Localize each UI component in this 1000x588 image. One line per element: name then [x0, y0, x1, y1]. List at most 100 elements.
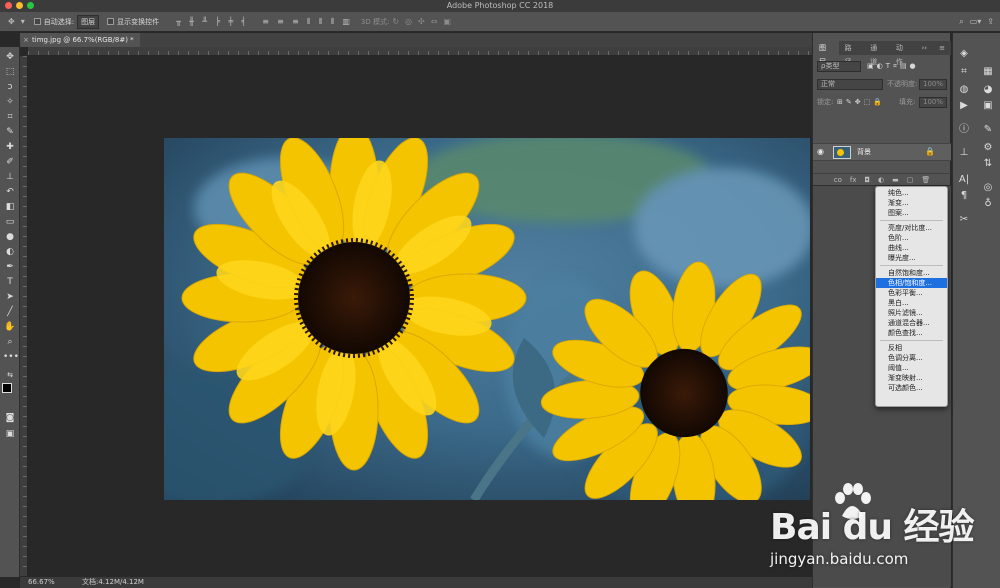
tab-paths[interactable]: 路径: [839, 41, 865, 66]
new-layer-icon[interactable]: ▢: [907, 174, 914, 185]
layer-row-background[interactable]: ◉ 背景 🔒: [813, 143, 951, 161]
dodge-tool-icon[interactable]: ◐: [3, 246, 17, 259]
menu-item-pattern[interactable]: 图案...: [876, 208, 947, 218]
panel-menu-icon[interactable]: ≡: [933, 41, 951, 55]
brush-panel-icon[interactable]: ✎: [981, 123, 995, 137]
align-right-icon[interactable]: ╡: [241, 17, 246, 26]
distribute-middle-icon[interactable]: ≡: [277, 17, 284, 26]
history-brush-tool-icon[interactable]: ↶: [3, 186, 17, 199]
move-tool-icon[interactable]: ✥: [3, 51, 17, 64]
close-window-button[interactable]: [5, 2, 12, 9]
menu-item-black-white[interactable]: 黑白...: [876, 298, 947, 308]
slide-3d-icon[interactable]: ⇔: [431, 17, 438, 26]
blur-tool-icon[interactable]: ●: [3, 231, 17, 244]
menu-item-selective-color[interactable]: 可选颜色...: [876, 383, 947, 393]
horizontal-ruler[interactable]: [28, 47, 942, 56]
distribute-left-icon[interactable]: ⦀: [307, 17, 311, 26]
distribute-bottom-icon[interactable]: ≡: [292, 17, 299, 26]
menu-item-threshold[interactable]: 阈值...: [876, 363, 947, 373]
distribute-right-icon[interactable]: ⦀: [331, 17, 335, 26]
quick-mask-icon[interactable]: ◙: [3, 412, 17, 425]
layer-style-icon[interactable]: fx: [850, 174, 857, 185]
character-panel-icon[interactable]: A|: [957, 173, 971, 187]
adjustment-layer-icon[interactable]: ◐: [878, 174, 884, 185]
delete-layer-icon[interactable]: 🗑: [921, 174, 930, 185]
menu-item-levels[interactable]: 色阶...: [876, 233, 947, 243]
link-layers-icon[interactable]: co: [834, 174, 842, 185]
zoom-window-button[interactable]: [27, 2, 34, 9]
document-size[interactable]: 文档:4.12M/4.12M: [82, 577, 144, 588]
auto-select-checkbox[interactable]: [33, 18, 41, 25]
color-panel-icon[interactable]: ◕: [981, 83, 995, 97]
align-left-icon[interactable]: ╞: [215, 17, 220, 26]
panel-collapse-icon[interactable]: ››: [916, 41, 934, 55]
history-panel-icon[interactable]: ▣: [981, 99, 995, 113]
healing-brush-tool-icon[interactable]: ✚: [3, 141, 17, 154]
roll-3d-icon[interactable]: ◎: [405, 17, 412, 26]
menu-item-exposure[interactable]: 曝光度...: [876, 253, 947, 263]
gradient-tool-icon[interactable]: ▭: [3, 216, 17, 229]
swatches-panel-icon[interactable]: ▦: [981, 65, 995, 79]
distribute-top-icon[interactable]: ≡: [262, 17, 269, 26]
crop-tool-icon[interactable]: ⌗: [3, 111, 17, 124]
paths-panel-icon[interactable]: ⌗: [957, 65, 971, 79]
type-tool-icon[interactable]: T: [3, 276, 17, 289]
minimize-window-button[interactable]: [16, 2, 23, 9]
menu-item-channel-mixer[interactable]: 通道混合器...: [876, 318, 947, 328]
vertical-ruler[interactable]: [20, 56, 28, 576]
eyedropper-tool-icon[interactable]: ✎: [3, 126, 17, 139]
magic-wand-tool-icon[interactable]: ✧: [3, 96, 17, 109]
new-group-icon[interactable]: ▬: [892, 174, 899, 185]
more-tools-icon[interactable]: •••: [3, 351, 19, 364]
fill-field[interactable]: 100%: [919, 97, 947, 108]
clone-source-icon[interactable]: ⊥: [957, 146, 971, 160]
tab-actions[interactable]: 动作: [890, 41, 916, 66]
layers-panel-icon[interactable]: ◈: [957, 47, 971, 61]
search-icon[interactable]: ⌕: [959, 17, 963, 27]
swap-colors-icon[interactable]: ⇆: [3, 369, 17, 382]
menu-item-posterize[interactable]: 色调分离...: [876, 353, 947, 363]
menu-item-color-balance[interactable]: 色彩平衡...: [876, 288, 947, 298]
clone-stamp-tool-icon[interactable]: ⊥: [3, 171, 17, 184]
adjustments-panel-icon[interactable]: ⇅: [981, 157, 995, 171]
path-selection-tool-icon[interactable]: ➤: [3, 291, 17, 304]
layer-filter-select[interactable]: ρ类型: [817, 61, 861, 72]
paragraph-panel-icon[interactable]: ¶: [957, 189, 971, 203]
menu-item-photo-filter[interactable]: 照片滤镜...: [876, 308, 947, 318]
orbit-3d-icon[interactable]: ↻: [392, 17, 399, 26]
menu-item-vibrance[interactable]: 自然饱和度...: [876, 268, 947, 278]
eraser-tool-icon[interactable]: ◧: [3, 201, 17, 214]
share-icon[interactable]: ⇪: [987, 17, 994, 26]
menu-item-invert[interactable]: 反相: [876, 343, 947, 353]
align-bottom-icon[interactable]: ╨: [202, 17, 207, 26]
layer-lock-icon[interactable]: 🔒: [925, 147, 935, 156]
marquee-tool-icon[interactable]: ⬚: [3, 66, 17, 79]
add-mask-icon[interactable]: ◘: [864, 174, 870, 185]
lock-icons[interactable]: ⊞✎✥⬚🔒: [837, 97, 885, 108]
menu-item-gradient-map[interactable]: 渐变映射...: [876, 373, 947, 383]
align-middle-icon[interactable]: ╫: [189, 17, 194, 26]
menu-item-brightness-contrast[interactable]: 亮度/对比度...: [876, 223, 947, 233]
foreground-color-swatch[interactable]: [2, 383, 12, 393]
document-tab[interactable]: × timg.jpg @ 66.7%(RGB/8#) *: [20, 33, 140, 47]
transform-controls-checkbox[interactable]: [107, 18, 115, 25]
blend-mode-select[interactable]: 正常: [817, 79, 883, 90]
auto-align-icon[interactable]: ▥: [342, 17, 350, 26]
chevron-down-icon[interactable]: ▾: [21, 17, 25, 26]
scale-3d-icon[interactable]: ▣: [443, 17, 451, 26]
close-tab-icon[interactable]: ×: [23, 33, 29, 47]
channels-panel-icon[interactable]: ◍: [957, 83, 971, 97]
menu-item-curves[interactable]: 曲线...: [876, 243, 947, 253]
screen-mode-icon[interactable]: ▣: [3, 428, 17, 441]
info-panel-icon[interactable]: ⓘ: [957, 123, 971, 137]
shape-tool-icon[interactable]: ╱: [3, 306, 17, 319]
zoom-tool-icon[interactable]: ⌕: [3, 336, 17, 349]
brush-tool-icon[interactable]: ✐: [3, 156, 17, 169]
libraries-panel-icon[interactable]: ◎: [981, 181, 995, 195]
menu-item-gradient[interactable]: 渐变...: [876, 198, 947, 208]
move-tool-icon[interactable]: ✥: [8, 17, 15, 26]
tab-channels[interactable]: 通道: [864, 41, 890, 66]
zoom-level[interactable]: 66.67%: [28, 577, 55, 588]
menu-item-color-lookup[interactable]: 颜色查找...: [876, 328, 947, 338]
pen-tool-icon[interactable]: ✒: [3, 261, 17, 274]
